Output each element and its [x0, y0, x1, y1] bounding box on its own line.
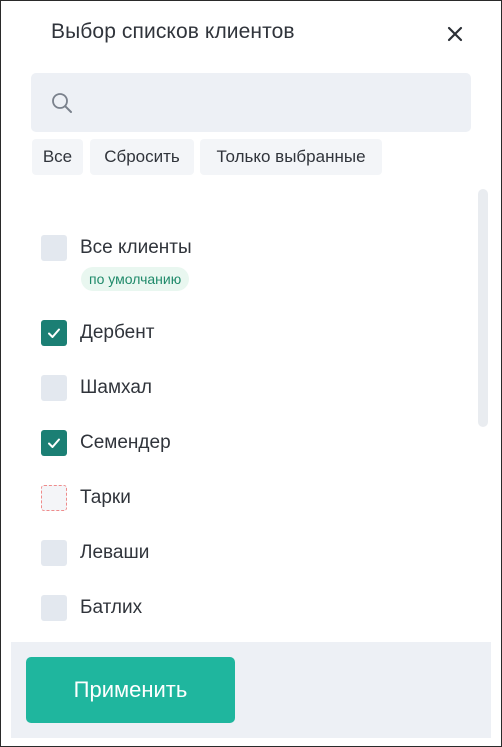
client-list: Все клиенты по умолчанию Дербент Шамхал … — [1, 1, 471, 641]
list-item-levashi[interactable]: Леваши — [41, 540, 149, 566]
checkbox-highlighted[interactable] — [41, 485, 67, 511]
check-icon — [48, 438, 60, 448]
checkbox[interactable] — [41, 235, 67, 261]
list-item-semender[interactable]: Семендер — [41, 430, 171, 456]
list-item-all-clients[interactable]: Все клиенты — [41, 235, 192, 261]
checkbox[interactable] — [41, 540, 67, 566]
list-item-label: Батлих — [80, 597, 143, 618]
list-item-label: Тарки — [80, 487, 131, 508]
apply-button[interactable]: Применить — [26, 657, 235, 723]
list-item-batlikh[interactable]: Батлих — [41, 595, 142, 621]
checkbox-checked[interactable] — [41, 320, 67, 346]
checkbox[interactable] — [41, 595, 67, 621]
list-item-tarki[interactable]: Тарки — [41, 485, 131, 511]
client-lists-dialog: Выбор списков клиентов Все Сбросить Толь… — [0, 0, 502, 747]
list-item-label: Все клиенты — [80, 237, 192, 258]
checkbox-checked[interactable] — [41, 430, 67, 456]
checkbox[interactable] — [41, 375, 67, 401]
list-item-shamkhal[interactable]: Шамхал — [41, 375, 152, 401]
list-item-label: Леваши — [80, 542, 150, 563]
list-scrollbar[interactable] — [478, 189, 488, 427]
list-item-label: Шамхал — [80, 377, 152, 398]
check-icon — [48, 328, 60, 338]
list-item-derbent[interactable]: Дербент — [41, 320, 154, 346]
list-item-label: Семендер — [80, 432, 171, 453]
list-item-label: Дербент — [80, 322, 155, 343]
default-badge: по умолчанию — [81, 267, 190, 291]
dialog-footer: Применить — [11, 642, 491, 738]
